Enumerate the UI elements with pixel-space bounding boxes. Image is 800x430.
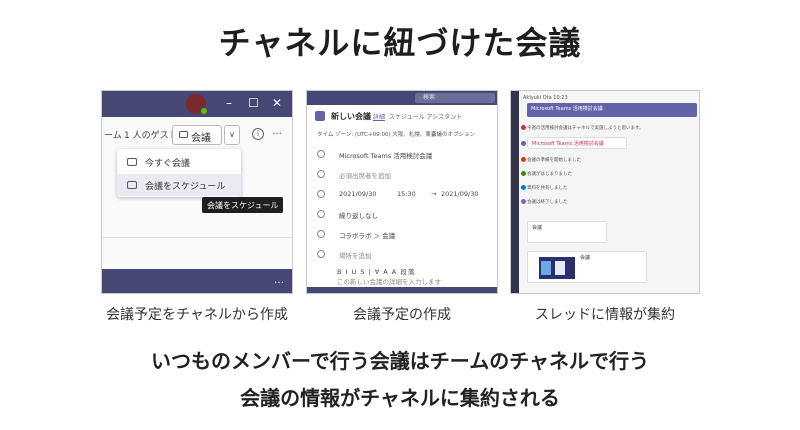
thread-message: 今週の活用検討会議はチャネルで実施しようと思います。 [527, 126, 644, 131]
meet-button-label: 会議 [191, 133, 211, 144]
thread-message: 会議がはじまりました [527, 172, 572, 177]
app-rail [511, 91, 519, 293]
guest-count[interactable]: 1 人のゲスト [124, 128, 178, 141]
repeat-select[interactable]: 繰り返しなし [339, 210, 378, 220]
add-person-icon [317, 170, 325, 178]
calendar-icon [127, 181, 137, 189]
channel-compose-bar: … [102, 269, 292, 293]
repeat-row: 繰り返しなし [307, 207, 497, 225]
video-camera-icon [127, 158, 137, 166]
thumbnail-figure [541, 261, 551, 275]
new-meeting-title: 新しい会議 [331, 112, 371, 121]
meeting-title-field[interactable]: Microsoft Teams 活用検討会議 [339, 150, 432, 160]
arrow-right-icon: → [431, 190, 437, 198]
presence-available-icon [200, 107, 208, 115]
thread-message: 資料を共有しました [527, 186, 568, 191]
recording-card[interactable]: 会議 [527, 221, 607, 243]
thread-header: Akiyuki Ota 10:23 [523, 95, 568, 101]
summary-line-1: いつものメンバーで行う会議はチームのチャネルで行う [151, 349, 649, 373]
avatar [521, 171, 526, 176]
meeting-form-header: 新しい会議 詳細 スケジュール アシスタント [307, 109, 497, 123]
pencil-icon [317, 150, 325, 158]
team-tab-label[interactable]: ーム [104, 128, 122, 141]
chevron-down-icon: ∨ [229, 130, 235, 139]
more-options-icon[interactable]: … [272, 126, 282, 137]
details-editor[interactable]: この新しい会議の詳細を入力します [337, 276, 441, 286]
start-time-field[interactable]: 15:30 [397, 190, 416, 198]
caption-right: スレッドに情報が集約 [535, 307, 675, 323]
search-input[interactable]: 検索 [415, 93, 495, 103]
repeat-icon [317, 210, 325, 218]
clock-icon [317, 190, 325, 198]
avatar [521, 141, 526, 146]
attendees-row: 必須出席者を追加 [307, 167, 497, 185]
menu-item-schedule-meeting[interactable]: 会議をスケジュール [117, 174, 241, 196]
datetime-row: 2021/09/30 15:30 → 2021/09/30 [307, 187, 497, 205]
avatar [521, 185, 526, 190]
menu-item-label: 会議をスケジュール [145, 182, 226, 192]
channel-toolbar: ーム 1 人のゲスト 会議 ∨ i … [102, 123, 292, 147]
avatar [521, 125, 526, 130]
bottom-bar [307, 287, 497, 293]
minimize-icon[interactable]: – [226, 96, 232, 110]
location-icon [317, 250, 325, 258]
new-meeting-form-screenshot: 検索 新しい会議 詳細 スケジュール アシスタント タイム ゾーン: (UTC+… [306, 90, 498, 294]
menu-item-label: 今すぐ会議 [145, 159, 191, 169]
tooltip: 会議をスケジュール [202, 197, 284, 213]
meeting-options-select[interactable]: 会議のオプション [431, 130, 475, 138]
menu-item-meet-now[interactable]: 今すぐ会議 [117, 151, 241, 173]
maximize-icon[interactable]: ☐ [248, 96, 259, 110]
slide-title: チャネルに紐づけた会議 [218, 24, 582, 62]
meeting-banner[interactable]: Microsoft Teams 活用検討会議 [527, 103, 697, 117]
close-icon[interactable]: ✕ [272, 96, 282, 110]
tab-details[interactable]: 詳細 [373, 112, 385, 121]
more-options-icon[interactable]: … [274, 275, 284, 286]
attendees-field[interactable]: 必須出席者を追加 [339, 170, 391, 180]
calendar-icon [315, 111, 325, 121]
avatar [521, 199, 526, 204]
channel-select[interactable]: コラボラボ ＞ 会議 [339, 230, 395, 240]
teams-title-bar: 検索 [307, 91, 497, 105]
channel-thread-screenshot: Akiyuki Ota 10:23 Microsoft Teams 活用検討会議… [510, 90, 700, 294]
thread-message: 会議は終了しました [527, 200, 568, 205]
meet-button[interactable]: 会議 [172, 125, 222, 145]
meet-dropdown-menu: 今すぐ会議 会議をスケジュール [117, 149, 241, 197]
caption-center: 会議予定の作成 [353, 307, 451, 323]
location-field[interactable]: 場所を追加 [339, 250, 372, 260]
meeting-card-title: Microsoft Teams 活用検討会議 [532, 141, 604, 147]
channel-icon [317, 230, 325, 238]
summary-line-2: 会議の情報がチャネルに集約される [240, 386, 560, 410]
timezone-row: タイム ゾーン: (UTC+09:00) 大阪、札幌、東京 会議のオプション [307, 127, 497, 145]
meet-dropdown-button[interactable]: ∨ [224, 125, 240, 145]
title-row: Microsoft Teams 活用検討会議 [307, 147, 497, 165]
meeting-banner-title: Microsoft Teams 活用検討会議 [531, 106, 603, 112]
meeting-card[interactable]: Microsoft Teams 活用検討会議 [527, 137, 627, 149]
video-camera-icon [179, 131, 188, 138]
channel-meeting-menu-screenshot: – ☐ ✕ ーム 1 人のゲスト 会議 ∨ i … 今すぐ会議 会議をスケジュー… [101, 90, 293, 294]
channel-row: コラボラボ ＞ 会議 [307, 227, 497, 245]
timezone-select[interactable]: タイム ゾーン: (UTC+09:00) 大阪、札幌、東京 [317, 130, 436, 138]
info-icon[interactable]: i [252, 128, 264, 140]
tab-scheduling-assistant[interactable]: スケジュール アシスタント [389, 112, 462, 121]
divider [102, 237, 292, 238]
caption-left: 会議予定をチャネルから作成 [106, 307, 288, 323]
start-date-field[interactable]: 2021/09/30 [339, 190, 376, 198]
avatar [521, 157, 526, 162]
thumbnail-figure [555, 261, 565, 275]
summary-card-label: 会議 [580, 255, 591, 261]
end-date-field[interactable]: 2021/09/30 [441, 190, 478, 198]
recording-card-label: 会議 [532, 225, 543, 231]
thread-message: 会議の準備を開始しました [527, 158, 581, 163]
